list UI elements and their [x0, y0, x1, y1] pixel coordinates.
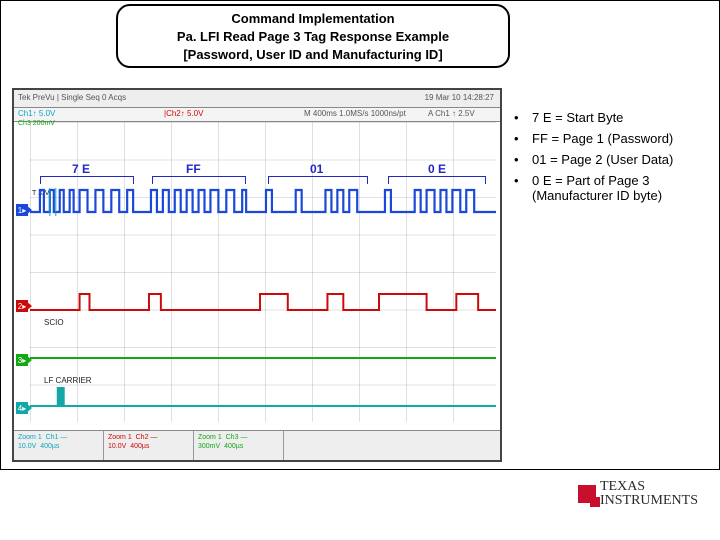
- scope-grid: 7 E FF 01 0 E 1▸ 2▸ 3▸ 4▸ T XIV SCIO LF …: [30, 122, 496, 422]
- bullet-4: 0 E = Part of Page 3 (Manufacturer ID by…: [532, 173, 662, 203]
- ti-chip-icon: [578, 485, 596, 503]
- byte-2: FF: [186, 162, 201, 176]
- bullet-icon: •: [514, 110, 532, 125]
- title-line-1: Command Implementation: [128, 10, 498, 28]
- ch1-scale: Ch1↑ 5.0V: [18, 109, 55, 118]
- bullet-icon: •: [514, 173, 532, 203]
- scope-sub-bar: Ch1↑ 5.0V |Ch2↑ 5.0V M 400ms 1.0MS/s 100…: [14, 108, 500, 122]
- f-c1c: Ch1 —: [46, 434, 68, 441]
- f-c2b: 10.0V: [108, 443, 126, 450]
- oscilloscope-screenshot: Tek PreVu | Single Seq 0 Acqs 19 Mar 10 …: [12, 88, 502, 462]
- waveforms: [30, 182, 496, 422]
- byte-1: 7 E: [72, 162, 90, 176]
- byte-4: 0 E: [428, 162, 446, 176]
- f-c3c: Ch3 —: [226, 434, 248, 441]
- ti-name-1: TEXAS: [600, 480, 698, 494]
- bullet-icon: •: [514, 152, 532, 167]
- ti-name-2: INSTRUMENTS: [600, 494, 698, 508]
- f-c3b: 300mV: [198, 443, 220, 450]
- byte-labels: 7 E FF 01 0 E: [30, 162, 496, 176]
- bullet-4b: (Manufacturer ID byte): [532, 188, 662, 203]
- title-line-3: [Password, User ID and Manufacturing ID]: [128, 46, 498, 64]
- f-c2a: Zoom 1: [108, 434, 132, 441]
- title-line-2: Pa. LFI Read Page 3 Tag Response Example: [128, 28, 498, 46]
- trigger-info: A Ch1 ↑ 2.5V: [428, 109, 475, 118]
- bullet-1: 7 E = Start Byte: [532, 110, 623, 125]
- scope-status: Tek PreVu | Single Seq 0 Acqs: [18, 93, 126, 102]
- bullet-3: 01 = Page 2 (User Data): [532, 152, 673, 167]
- f-c3a: Zoom 1: [198, 434, 222, 441]
- f-c3d: 400µs: [224, 443, 243, 450]
- bullet-2: FF = Page 1 (Password): [532, 131, 673, 146]
- scope-top-bar: Tek PreVu | Single Seq 0 Acqs 19 Mar 10 …: [14, 90, 500, 108]
- f-c1b: 10.0V: [18, 443, 36, 450]
- bullet-icon: •: [514, 131, 532, 146]
- f-c2d: 400µs: [130, 443, 149, 450]
- title-box: Command Implementation Pa. LFI Read Page…: [116, 4, 510, 68]
- bullet-4a: 0 E = Part of Page 3: [532, 173, 649, 188]
- legend-bullets: •7 E = Start Byte •FF = Page 1 (Password…: [514, 110, 714, 209]
- timebase: M 400ms 1.0MS/s 1000ns/pt: [304, 109, 406, 118]
- scope-footer: Zoom 1 Ch1 — 10.0V 400µs Zoom 1 Ch2 — 10…: [14, 430, 500, 460]
- scope-timestamp: 19 Mar 10 14:28:27: [425, 93, 494, 102]
- f-c1a: Zoom 1: [18, 434, 42, 441]
- f-c1d: 400µs: [40, 443, 59, 450]
- f-c2c: Ch2 —: [136, 434, 158, 441]
- ti-name: TEXAS INSTRUMENTS: [600, 480, 698, 508]
- ti-logo: TEXAS INSTRUMENTS: [578, 480, 698, 508]
- byte-3: 01: [310, 162, 323, 176]
- ch2-scale: |Ch2↑ 5.0V: [164, 109, 203, 118]
